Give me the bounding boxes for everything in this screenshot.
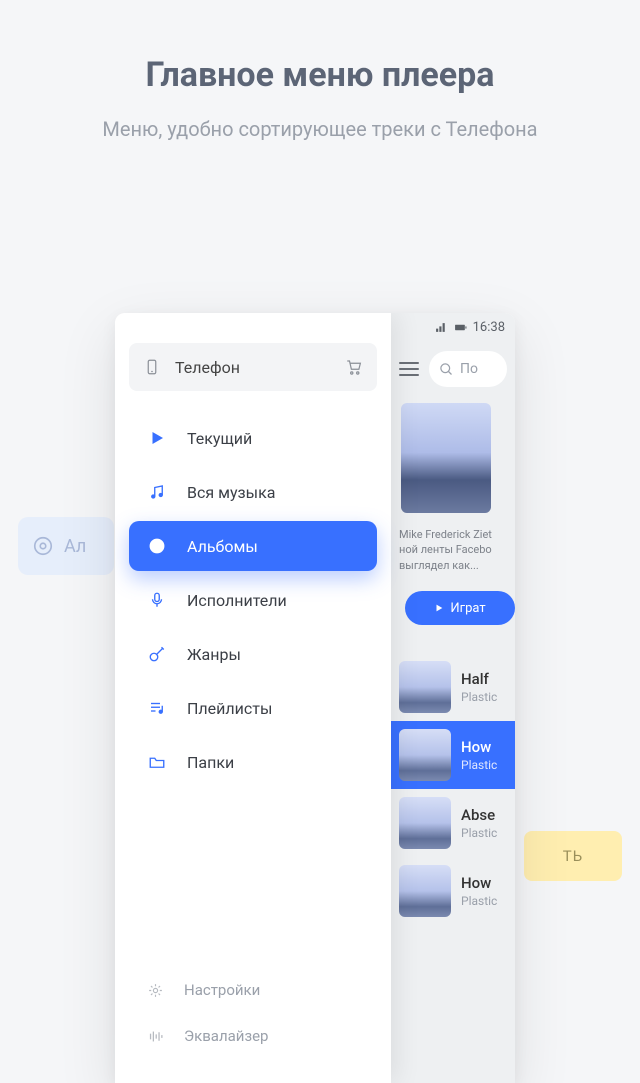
phone-frame: 16:38 По Mike Frederick Ziet ной ленты F… — [115, 313, 515, 1083]
menu-item-equalizer[interactable]: Эквалайзер — [129, 1013, 377, 1059]
menu-item-genres[interactable]: Жанры — [129, 629, 377, 679]
track-row[interactable]: Abse Plastic — [391, 789, 515, 857]
decor-right-chip: ТЬ — [524, 831, 622, 881]
decor-left-pill: Ал — [18, 517, 114, 575]
track-thumb — [399, 797, 451, 849]
track-artist: Plastic — [461, 758, 497, 772]
cart-icon — [345, 358, 363, 376]
drawer-source-selector[interactable]: Телефон — [129, 343, 377, 391]
track-row[interactable]: How Plastic — [391, 721, 515, 789]
drawer-panel: Телефон Текущий Вся музыка Альбомы Испол… — [115, 313, 391, 1083]
track-thumb — [399, 661, 451, 713]
menu-item-settings[interactable]: Настройки — [129, 967, 377, 1013]
decor-left-text: Ал — [64, 536, 86, 557]
phone-background: 16:38 По Mike Frederick Ziet ной ленты F… — [391, 313, 515, 1083]
menu-label: Папки — [187, 753, 234, 772]
track-title: How — [461, 874, 497, 892]
folder-icon — [148, 753, 166, 771]
disc-icon — [32, 535, 54, 557]
menu-label: Вся музыка — [187, 483, 275, 502]
play-label: Играт — [450, 601, 485, 616]
menu-item-albums[interactable]: Альбомы — [129, 521, 377, 571]
drawer-bottom: Настройки Эквалайзер — [129, 967, 377, 1083]
phone-icon — [143, 358, 161, 376]
decor-right-text: ТЬ — [563, 847, 583, 865]
drawer-source-label: Телефон — [175, 358, 240, 377]
menu-item-playlists[interactable]: Плейлисты — [129, 683, 377, 733]
music-note-icon — [148, 483, 166, 501]
page-title: Главное меню плеера — [0, 55, 640, 95]
track-title: Half — [461, 670, 497, 688]
guitar-icon — [148, 645, 166, 663]
status-bar: 16:38 — [391, 313, 515, 337]
menu-label: Текущий — [187, 429, 252, 448]
track-title: Abse — [461, 806, 497, 824]
gear-icon — [147, 982, 164, 999]
disc-icon — [148, 537, 166, 555]
track-artist: Plastic — [461, 690, 497, 704]
bg-header: По — [391, 337, 515, 397]
search-icon — [439, 362, 454, 377]
status-time: 16:38 — [473, 320, 505, 335]
playlist-icon — [148, 699, 166, 717]
album-cover — [401, 403, 491, 513]
menu-item-current[interactable]: Текущий — [129, 413, 377, 463]
battery-icon — [454, 321, 467, 334]
play-button[interactable]: Играт — [405, 591, 515, 625]
featured-card: Mike Frederick Ziet ной ленты Facebo выг… — [399, 403, 515, 625]
equalizer-label: Эквалайзер — [184, 1027, 268, 1045]
track-thumb — [399, 865, 451, 917]
equalizer-icon — [147, 1028, 164, 1045]
play-icon — [148, 429, 166, 447]
menu-label: Альбомы — [187, 537, 258, 556]
drawer-menu: Текущий Вся музыка Альбомы Исполнители Ж… — [129, 413, 377, 787]
menu-label: Плейлисты — [187, 699, 272, 718]
featured-caption: Mike Frederick Ziet ной ленты Facebo выг… — [399, 527, 515, 573]
search-text: По — [460, 361, 478, 377]
track-list: Half Plastic How Plastic Abse Plastic — [391, 653, 515, 925]
settings-label: Настройки — [184, 981, 260, 999]
track-row[interactable]: How Plastic — [391, 857, 515, 925]
page-subtitle: Меню, удобно сортирующее треки с Телефон… — [0, 117, 640, 141]
signal-icon — [435, 321, 448, 334]
menu-label: Жанры — [187, 645, 241, 664]
menu-item-artists[interactable]: Исполнители — [129, 575, 377, 625]
track-artist: Plastic — [461, 894, 497, 908]
track-thumb — [399, 729, 451, 781]
track-row[interactable]: Half Plastic — [391, 653, 515, 721]
track-title: How — [461, 738, 497, 756]
menu-item-all-music[interactable]: Вся музыка — [129, 467, 377, 517]
mic-icon — [148, 591, 166, 609]
play-icon — [434, 603, 444, 613]
track-artist: Plastic — [461, 826, 497, 840]
search-field[interactable]: По — [429, 351, 507, 387]
hamburger-icon[interactable] — [399, 358, 419, 380]
menu-item-folders[interactable]: Папки — [129, 737, 377, 787]
menu-label: Исполнители — [187, 591, 287, 610]
